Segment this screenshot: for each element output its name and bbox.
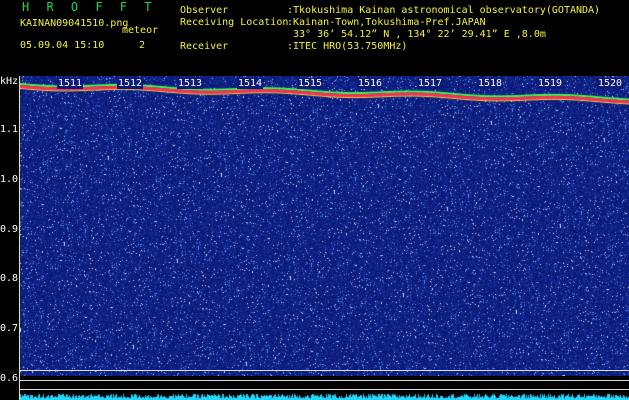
time-tick-label: 1520 (597, 78, 624, 89)
location-label: Receiving Location (180, 17, 289, 28)
y-tick-label: 0.6 (0, 373, 19, 384)
meteor-count: 2 (139, 40, 146, 51)
location-value: :Kainan-Town,Tokushima-Pref.JAPAN (287, 17, 486, 28)
time-tick-label: 1511 (57, 78, 84, 89)
reference-line-lower (20, 389, 629, 390)
y-tick-label: 0.8 (0, 273, 19, 284)
time-tick-label: 1518 (477, 78, 504, 89)
receiver-value: :ITEC HRO(53.750MHz) (287, 41, 408, 52)
y-tick-label: 0.9 (0, 224, 19, 235)
observer-label: Observer (180, 5, 229, 16)
y-tick-label: 0.7 (0, 323, 19, 334)
time-tick-label: 1516 (357, 78, 384, 89)
time-tick-label: 1517 (417, 78, 444, 89)
time-tick-label: 1513 (177, 78, 204, 89)
spectrogram-canvas (20, 76, 629, 376)
y-tick-label: 1.0 (0, 174, 19, 185)
time-tick-label: 1519 (537, 78, 564, 89)
time-axis-line (19, 76, 20, 400)
time-tick-label: 1512 (117, 78, 144, 89)
file-name: KAINAN09041510.png (20, 18, 129, 29)
header-panel: H R O F F T KAINAN09041510.png meteor 05… (0, 0, 629, 74)
coordinates-value: 33° 36’ 54.12” N , 134° 22’ 29.41” E ,8.… (293, 29, 546, 40)
time-tick-label: 1514 (237, 78, 264, 89)
time-tick-label: 1515 (297, 78, 324, 89)
meteor-label: meteor (122, 25, 159, 36)
receiver-label: Receiver (180, 41, 229, 52)
y-tick-label: 1.1 (0, 124, 19, 135)
axis-unit-label: kHz (0, 76, 19, 87)
date-time: 05.09.04 15:10 (20, 40, 105, 51)
reference-line-middle (20, 380, 629, 381)
observer-value: :Tkokushima Kainan astronomical observat… (287, 5, 601, 16)
reference-line-upper (20, 370, 629, 371)
noise-trace (20, 392, 629, 400)
spectrogram-plot (20, 76, 629, 376)
app-title: H R O F F T (22, 0, 157, 14)
